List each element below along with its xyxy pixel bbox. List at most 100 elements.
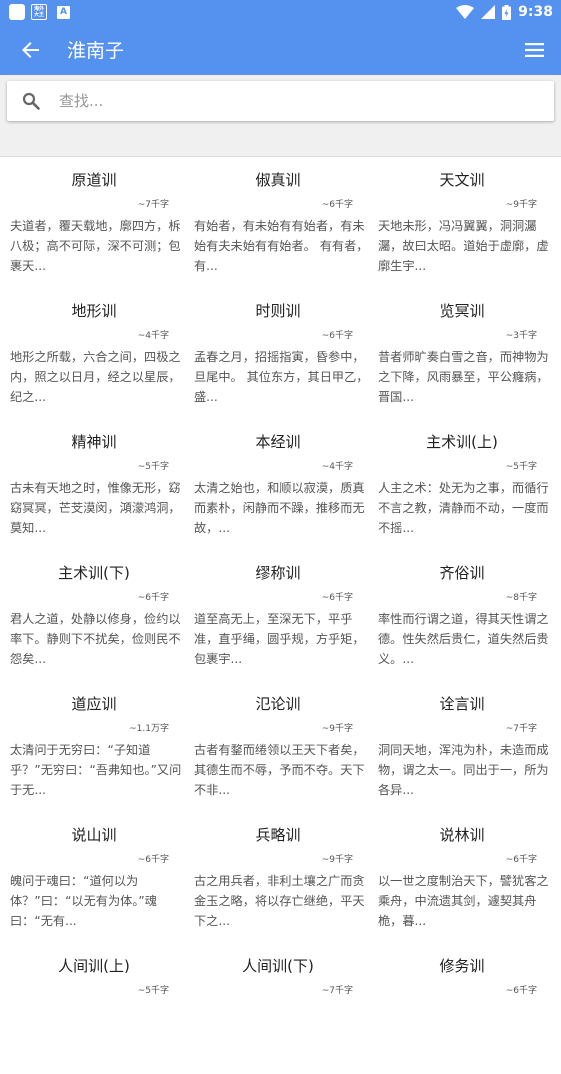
chapter-title: 说林训	[439, 826, 485, 844]
chapter-excerpt: 君人之道，处静以修身，俭约以率下。静则下不扰矣，俭则民不怨矣...	[10, 612, 181, 666]
chapter-word-count: ~6千字	[321, 331, 353, 341]
chapter-title: 氾论训	[255, 695, 301, 713]
chapter-card[interactable]: 精神训 ~5千字古未有天地之时，惟像无形，窈窈冥冥，芒芠漠闵，澒濛鸿洞，莫知...	[9, 419, 193, 550]
chapter-grid: 原道训 ~7千字 夫道者，覆天载地，廓四方，柝八极；高不可际，深不可测；包裹天...…	[0, 157, 561, 1074]
chapter-excerpt: 魄问于魂曰：“道何以为体？”曰：“以无有为体。”魂曰：“无有...	[10, 874, 157, 928]
chapter-card[interactable]: 道应训 ~1.1万字太清问于无穷曰：“子知道乎？”无穷曰：“吾弗知也。”又问于无.…	[9, 681, 193, 812]
chapter-card[interactable]: 俶真训 ~6千字有始者，有未始有有始者，有未始有夫未始有有始者。 有有者，有...	[193, 157, 377, 288]
chapter-excerpt: 人主之术：处无为之事，而循行不言之教，清静而不动，一度而不摇...	[378, 481, 549, 535]
chapter-title: 主术训(下)	[58, 564, 130, 582]
chapter-title: 修务训	[439, 957, 485, 975]
chapter-word-count: ~6千字	[505, 986, 537, 996]
chapter-word-count: ~5千字	[137, 462, 169, 472]
chapter-card[interactable]: 氾论训 ~9千字古者有鍪而绻领以王天下者矣，其德生而不辱，予而不夺。天下不非...	[193, 681, 377, 812]
chapter-title: 齐俗训	[439, 564, 485, 582]
chapter-title: 主术训(上)	[426, 433, 498, 451]
chapter-card[interactable]: 修务训 ~6千字	[377, 943, 561, 1074]
chapter-card[interactable]: 天文训 ~9千字天地未形，冯冯翼翼，洞洞灟灟，故曰太昭。道始于虚廓，虚廓生宇...	[377, 157, 561, 288]
chapter-word-count: ~6千字	[505, 855, 537, 865]
search-icon	[22, 92, 40, 110]
chapter-excerpt: 天地未形，冯冯翼翼，洞洞灟灟，故曰太昭。道始于虚廓，虚廓生宇...	[378, 219, 549, 273]
chapter-card[interactable]: 原道训 ~7千字夫道者，覆天载地，廓四方，柝八极；高不可际，深不可测；包裹天...	[9, 157, 193, 288]
chapter-excerpt: 古之用兵者，非利土壤之广而贪金玉之略，将以存亡继绝，平天下之...	[194, 874, 365, 928]
chapter-word-count: ~5千字	[137, 986, 169, 996]
chapter-card[interactable]: 时则训 ~6千字孟春之月，招摇指寅，昏参中，旦尾中。 其位东方，其日甲乙，盛...	[193, 288, 377, 419]
app-bar: 淮南子	[0, 24, 561, 75]
chapter-word-count: ~9千字	[505, 200, 537, 210]
chapter-excerpt: 率性而行谓之道，得其天性谓之德。性失然后贵仁，道失然后贵义。...	[378, 612, 549, 666]
chapter-title: 道应训	[71, 695, 117, 713]
chapter-excerpt: 太清问于无穷曰：“子知道乎？”无穷曰：“吾弗知也。”又问于无...	[10, 743, 182, 797]
chapter-excerpt: 孟春之月，招摇指寅，昏参中，旦尾中。 其位东方，其日甲乙，盛...	[194, 350, 369, 404]
chapter-word-count: ~8千字	[505, 593, 537, 603]
chapter-word-count: ~6千字	[137, 593, 169, 603]
a-notification-icon: A	[57, 5, 70, 19]
app-notification-icon-text: 海外 大王	[33, 6, 44, 18]
chapter-card[interactable]: 说山训 ~6千字魄问于魂曰：“道何以为体？”曰：“以无有为体。”魂曰：“无有...	[9, 812, 193, 943]
chapter-card[interactable]: 说林训 ~6千字以一世之度制治天下，譬犹客之乘舟，中流遗其剑，遽契其舟桅，暮...	[377, 812, 561, 943]
chapter-excerpt: 昔者师旷奏白雪之音，而神物为之下降，风雨暴至，平公癃病，晋国...	[378, 350, 549, 404]
chapter-word-count: ~3千字	[505, 331, 537, 341]
menu-button[interactable]	[519, 35, 549, 65]
chapter-word-count: ~7千字	[505, 724, 537, 734]
hamburger-menu-icon	[524, 43, 544, 57]
search-box[interactable]	[7, 81, 554, 121]
chapter-word-count: ~6千字	[137, 855, 169, 865]
chapter-card[interactable]: 齐俗训 ~8千字率性而行谓之道，得其天性谓之德。性失然后贵仁，道失然后贵义。...	[377, 550, 561, 681]
chapter-card[interactable]: 地形训 ~4千字地形之所载，六合之间，四极之内，照之以日月，经之以星辰，纪之...	[9, 288, 193, 419]
chapter-excerpt: 地形之所载，六合之间，四极之内，照之以日月，经之以星辰，纪之...	[10, 350, 181, 404]
page-title: 淮南子	[67, 40, 125, 62]
search-band	[0, 75, 561, 156]
chapter-word-count: ~6千字	[321, 593, 353, 603]
signal-icon	[481, 5, 496, 19]
chapter-card[interactable]: 人间训(上) ~5千字	[9, 943, 193, 1074]
battery-icon	[502, 4, 512, 20]
chapter-title: 兵略训	[255, 826, 301, 844]
status-bar: 海外 大王 A 9:38	[0, 0, 561, 24]
chapter-title: 俶真训	[255, 171, 301, 189]
chapter-title: 原道训	[71, 171, 117, 189]
chapter-word-count: ~7千字	[137, 200, 169, 210]
chapter-word-count: ~7千字	[321, 986, 353, 996]
chapter-card[interactable]: 览冥训 ~3千字昔者师旷奏白雪之音，而神物为之下降，风雨暴至，平公癃病，晋国...	[377, 288, 561, 419]
chapter-excerpt: 以一世之度制治天下，譬犹客之乘舟，中流遗其剑，遽契其舟桅，暮...	[378, 874, 549, 928]
chapter-card[interactable]: 兵略训 ~9千字古之用兵者，非利土壤之广而贪金玉之略，将以存亡继绝，平天下之...	[193, 812, 377, 943]
chapter-excerpt: 洞同天地，浑沌为朴，未造而成物，谓之太一。同出于一，所为各异...	[378, 743, 549, 797]
chapter-card[interactable]: 本经训 ~4千字太清之始也，和顺以寂漠，质真而素朴，闲静而不躁，推移而无故，...	[193, 419, 377, 550]
chapter-title: 本经训	[255, 433, 301, 451]
chapter-word-count: ~4千字	[137, 331, 169, 341]
chapter-word-count: ~9千字	[321, 855, 353, 865]
status-time: 9:38	[518, 4, 553, 20]
chapter-title: 说山训	[71, 826, 117, 844]
chapter-title: 精神训	[71, 433, 117, 451]
chapter-title: 诠言训	[439, 695, 485, 713]
app-notification-icon: 海外 大王	[31, 4, 47, 20]
chapter-card[interactable]: 缪称训 ~6千字道至高无上，至深无下，平乎准，直乎绳，圆乎规，方乎矩，包裹宇...	[193, 550, 377, 681]
arrow-back-icon	[22, 41, 39, 58]
chapter-excerpt: 太清之始也，和顺以寂漠，质真而素朴，闲静而不躁，推移而无故，...	[194, 481, 365, 535]
chapter-card[interactable]: 人间训(下) ~7千字	[193, 943, 377, 1074]
chapter-word-count: ~5千字	[505, 462, 537, 472]
chapter-card[interactable]: 主术训(下) ~6千字君人之道，处静以修身，俭约以率下。静则下不扰矣，俭则民不怨矣…	[9, 550, 193, 681]
chapter-word-count: ~9千字	[321, 724, 353, 734]
chapter-excerpt: 古者有鍪而绻领以王天下者矣，其德生而不辱，予而不夺。天下不非...	[194, 743, 365, 797]
chapter-word-count: ~1.1万字	[129, 724, 169, 734]
chapter-card[interactable]: 诠言训 ~7千字洞同天地，浑沌为朴，未造而成物，谓之太一。同出于一，所为各异...	[377, 681, 561, 812]
chapter-title: 人间训(下)	[242, 957, 314, 975]
search-input[interactable]	[57, 91, 481, 111]
chapter-title: 人间训(上)	[58, 957, 130, 975]
chapter-excerpt: 道至高无上，至深无下，平乎准，直乎绳，圆乎规，方乎矩，包裹宇...	[194, 612, 365, 666]
back-button[interactable]	[16, 35, 46, 65]
chapter-excerpt: 有始者，有未始有有始者，有未始有夫未始有有始者。 有有者，有...	[194, 219, 369, 273]
chapter-card[interactable]: 主术训(上) ~5千字人主之术：处无为之事，而循行不言之教，清静而不动，一度而不摇…	[377, 419, 561, 550]
chapter-title: 地形训	[71, 302, 117, 320]
chapter-word-count: ~6千字	[321, 200, 353, 210]
chapter-excerpt: 夫道者，覆天载地，廓四方，柝八极；高不可际，深不可测；包裹天...	[10, 219, 181, 273]
chapter-title: 天文训	[439, 171, 485, 189]
chapter-word-count: ~4千字	[321, 462, 353, 472]
chapter-title: 览冥训	[439, 302, 485, 320]
chapter-excerpt: 古未有天地之时，惟像无形，窈窈冥冥，芒芠漠闵，澒濛鸿洞，莫知...	[10, 481, 181, 535]
chapter-title: 时则训	[255, 302, 301, 320]
chapter-title: 缪称训	[255, 564, 301, 582]
wifi-icon	[456, 5, 475, 19]
